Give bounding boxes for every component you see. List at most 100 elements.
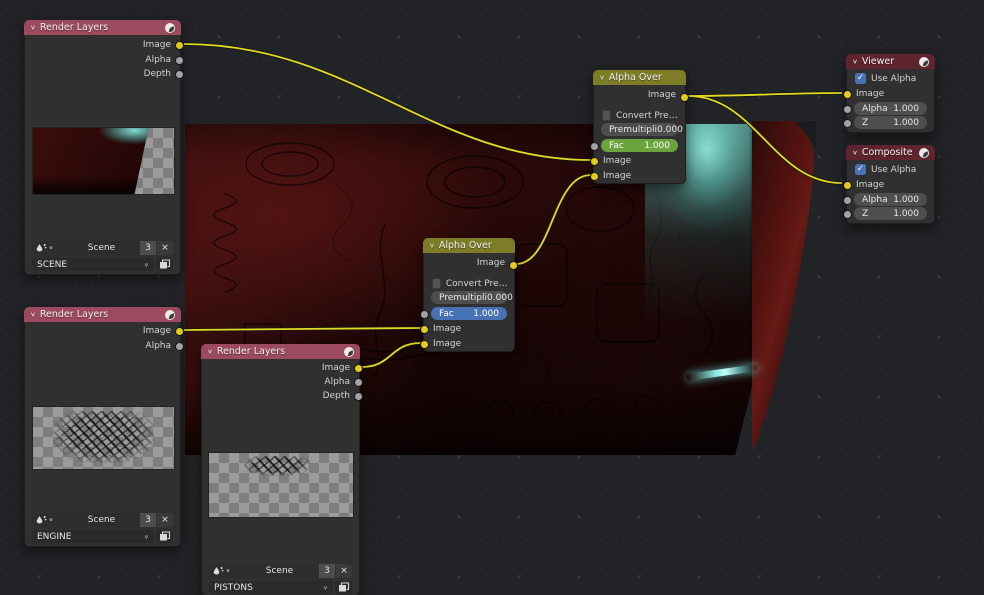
node-header[interactable]: ∨ Render Layers (24, 307, 181, 322)
node-viewer[interactable]: ∨ Viewer ✓ Use Alpha Image Alpha 1.000 Z… (846, 54, 935, 133)
z-slider[interactable]: Z 1.000 (854, 116, 927, 129)
layer-stack-icon (159, 259, 171, 270)
scene-unlink-button[interactable]: × (336, 564, 352, 578)
alpha-value: 1.000 (893, 104, 919, 114)
socket-fac-input[interactable] (590, 142, 599, 151)
alpha-label: Alpha (862, 104, 888, 114)
collapse-chevron-icon[interactable]: ∨ (30, 311, 36, 317)
alpha-slider[interactable]: Alpha 1.000 (854, 102, 927, 115)
node-header[interactable]: ∨ Alpha Over (593, 70, 686, 85)
socket-image-output[interactable] (680, 93, 689, 102)
premultiply-slider[interactable]: Premultipli 0.000 (431, 291, 507, 304)
sphere-icon (165, 310, 175, 320)
layer-name: SCENE (37, 260, 67, 270)
node-render-layers-top[interactable]: ∨ Render Layers Image Alpha Depth ∨ Scen… (24, 20, 181, 275)
chevron-down-icon: ∨ (323, 584, 328, 590)
node-render-layers-middle[interactable]: ∨ Render Layers Image Alpha Depth ∨ Scen… (201, 344, 360, 595)
scene-browse-button[interactable]: ∨ (32, 241, 57, 255)
use-alpha-checkbox[interactable]: ✓ (855, 164, 866, 175)
premultiply-label: Premultipli (609, 125, 657, 135)
socket-alpha-input[interactable] (843, 196, 852, 205)
layer-stack-icon (159, 531, 171, 542)
node-header[interactable]: ∨ Render Layers (24, 20, 181, 35)
chevron-down-icon: ∨ (49, 245, 53, 251)
convert-premultiply-checkbox[interactable] (602, 110, 611, 121)
scene-users-count[interactable]: 3 (319, 564, 335, 578)
input-label-image1: Image (603, 156, 631, 166)
socket-image2-input[interactable] (590, 172, 599, 181)
scene-users-count[interactable]: 3 (140, 241, 156, 255)
node-alpha-over-top[interactable]: ∨ Alpha Over Image Convert Premulti... P… (593, 70, 686, 184)
socket-image1-input[interactable] (590, 157, 599, 166)
socket-alpha-input[interactable] (843, 105, 852, 114)
scene-unlink-button[interactable]: × (157, 241, 173, 255)
new-layer-button[interactable] (335, 581, 352, 594)
node-header[interactable]: ∨ Viewer (846, 54, 935, 69)
scene-unlink-button[interactable]: × (157, 513, 173, 527)
scene-name-field[interactable]: Scene (235, 564, 318, 578)
output-row: Alpha (202, 375, 359, 389)
socket-image-output[interactable] (509, 261, 518, 270)
fac-slider[interactable]: Fac 1.000 (601, 139, 678, 152)
scene-users-count[interactable]: 3 (140, 513, 156, 527)
socket-image1-input[interactable] (420, 325, 429, 334)
node-alpha-over-middle[interactable]: ∨ Alpha Over Image Convert Premulti... P… (423, 238, 515, 352)
node-editor-canvas[interactable]: ∨ Render Layers Image Alpha Depth ∨ Scen… (0, 0, 984, 595)
socket-image-output[interactable] (354, 364, 363, 373)
socket-depth-output[interactable] (354, 392, 363, 401)
socket-alpha-output[interactable] (175, 342, 184, 351)
sphere-icon (165, 23, 175, 33)
preview-engine-image (53, 411, 155, 463)
collapse-chevron-icon[interactable]: ∨ (852, 149, 858, 155)
node-header[interactable]: ∨ Composite (846, 145, 935, 160)
scene-name: Scene (266, 566, 293, 576)
alpha-value: 1.000 (893, 195, 919, 205)
socket-z-input[interactable] (843, 119, 852, 128)
socket-image-output[interactable] (175, 41, 184, 50)
use-alpha-row: ✓ Use Alpha (855, 72, 930, 85)
close-icon: × (161, 515, 169, 525)
z-slider[interactable]: Z 1.000 (854, 207, 927, 220)
socket-image-input[interactable] (843, 181, 852, 190)
socket-image-output[interactable] (175, 327, 184, 336)
socket-image-input[interactable] (843, 90, 852, 99)
collapse-chevron-icon[interactable]: ∨ (207, 348, 213, 354)
output-label-image: Image (322, 363, 350, 373)
render-preview (208, 452, 354, 518)
scene-name-field[interactable]: Scene (58, 241, 139, 255)
node-header[interactable]: ∨ Alpha Over (423, 238, 515, 253)
socket-fac-input[interactable] (420, 310, 429, 319)
socket-alpha-output[interactable] (175, 56, 184, 65)
convert-premultiply-checkbox[interactable] (432, 278, 441, 289)
scene-selector: ∨ Scene 3 × (32, 513, 173, 527)
new-layer-button[interactable] (156, 530, 173, 543)
socket-alpha-output[interactable] (354, 378, 363, 387)
sphere-icon (344, 347, 354, 357)
socket-z-input[interactable] (843, 210, 852, 219)
collapse-chevron-icon[interactable]: ∨ (599, 74, 605, 80)
fac-slider[interactable]: Fac 1.000 (431, 307, 507, 320)
collapse-chevron-icon[interactable]: ∨ (429, 242, 435, 248)
premultiply-slider[interactable]: Premultipli 0.000 (601, 123, 678, 136)
layer-stack-icon (338, 582, 350, 593)
render-preview (32, 406, 175, 470)
collapse-chevron-icon[interactable]: ∨ (30, 24, 36, 30)
socket-image2-input[interactable] (420, 340, 429, 349)
alpha-slider[interactable]: Alpha 1.000 (854, 193, 927, 206)
scene-browse-button[interactable]: ∨ (32, 513, 57, 527)
socket-depth-output[interactable] (175, 70, 184, 79)
check-icon: ✓ (857, 165, 865, 174)
collapse-chevron-icon[interactable]: ∨ (852, 58, 858, 64)
render-layer-dropdown[interactable]: SCENE ∨ (32, 258, 154, 271)
render-layer-dropdown[interactable]: PISTONS ∨ (209, 581, 333, 594)
use-alpha-checkbox[interactable]: ✓ (855, 73, 866, 84)
new-layer-button[interactable] (156, 258, 173, 271)
node-composite[interactable]: ∨ Composite ✓ Use Alpha Image Alpha 1.00… (846, 145, 935, 224)
scene-browse-button[interactable]: ∨ (209, 564, 234, 578)
alpha-label: Alpha (862, 195, 888, 205)
render-layer-dropdown[interactable]: ENGINE ∨ (32, 530, 154, 543)
node-render-layers-bottom[interactable]: ∨ Render Layers Image Alpha ∨ Scene 3 × … (24, 307, 181, 547)
scene-name-field[interactable]: Scene (58, 513, 139, 527)
scene-icon (213, 566, 224, 576)
node-header[interactable]: ∨ Render Layers (201, 344, 360, 359)
